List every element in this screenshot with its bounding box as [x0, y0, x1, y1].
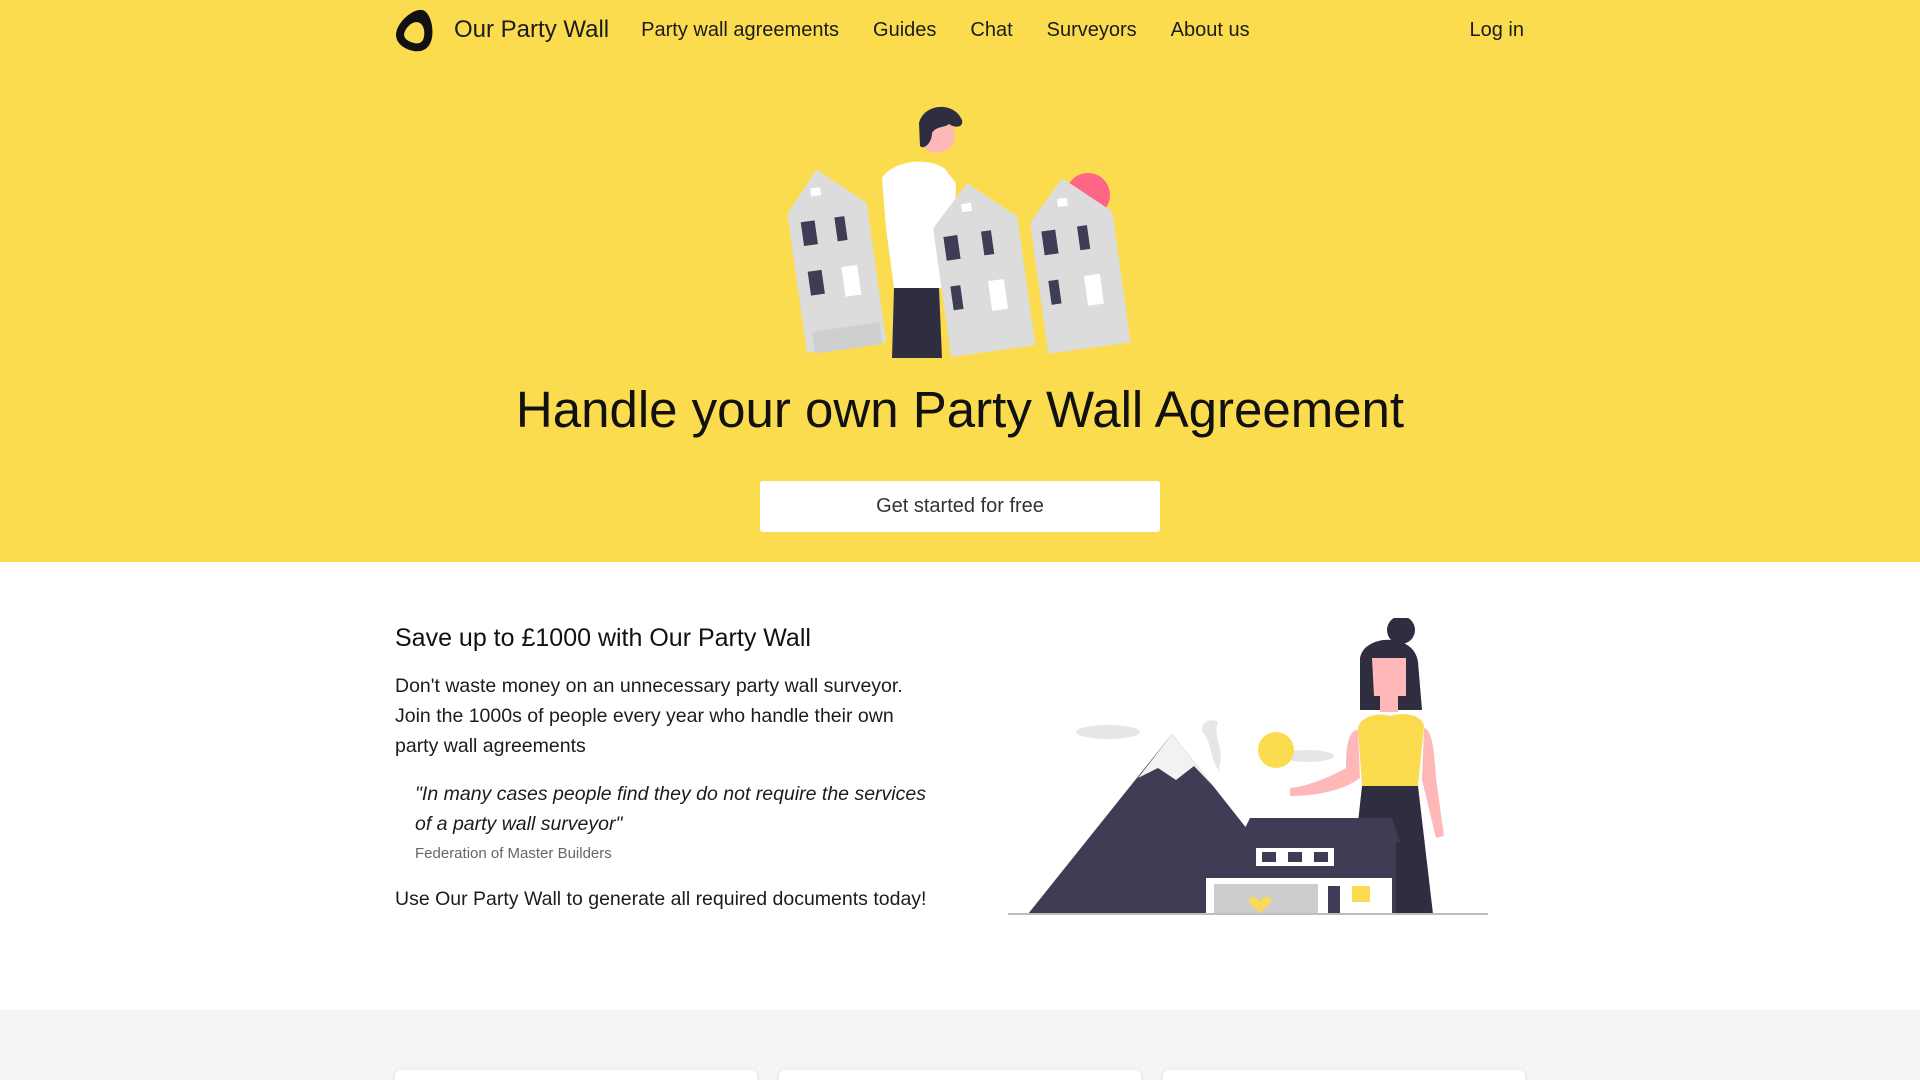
nav-link-about-us[interactable]: About us	[1171, 19, 1250, 42]
woman-with-house-and-mountain-illustration	[1008, 618, 1488, 915]
nav-link-guides[interactable]: Guides	[873, 19, 936, 42]
nav-link-surveyors[interactable]: Surveyors	[1047, 19, 1137, 42]
savings-text: Save up to £1000 with Our Party Wall Don…	[395, 624, 955, 911]
login-link[interactable]: Log in	[1470, 19, 1525, 42]
brand-link[interactable]: Our Party Wall	[394, 6, 609, 54]
feature-card	[395, 1070, 757, 1080]
savings-heading: Save up to £1000 with Our Party Wall	[395, 624, 811, 652]
our-party-wall-logo-icon	[396, 9, 433, 52]
hero-section: Our Party Wall Party wall agreements Gui…	[0, 0, 1920, 562]
nav-link-chat[interactable]: Chat	[970, 19, 1012, 42]
top-navigation: Our Party Wall Party wall agreements Gui…	[394, 0, 1524, 60]
quote-block: "In many cases people find they do not r…	[415, 779, 955, 862]
quote-text: "In many cases people find they do not r…	[415, 783, 926, 835]
person-with-houses-illustration	[787, 106, 1131, 358]
nav-links: Party wall agreements Guides Chat Survey…	[641, 19, 1283, 42]
feature-card	[1163, 1070, 1525, 1080]
quote-source: Federation of Master Builders	[415, 845, 612, 862]
savings-paragraph: Don't waste money on an unnecessary part…	[395, 675, 903, 757]
hero-title: Handle your own Party Wall Agreement	[515, 381, 1405, 438]
feature-card	[779, 1070, 1141, 1080]
brand-name: Our Party Wall	[454, 16, 610, 43]
get-started-button[interactable]: Get started for free	[760, 481, 1160, 532]
savings-closing: Use Our Party Wall to generate all requi…	[395, 888, 927, 910]
savings-section: Save up to £1000 with Our Party Wall Don…	[0, 562, 1920, 1010]
nav-link-party-wall-agreements[interactable]: Party wall agreements	[641, 19, 839, 42]
